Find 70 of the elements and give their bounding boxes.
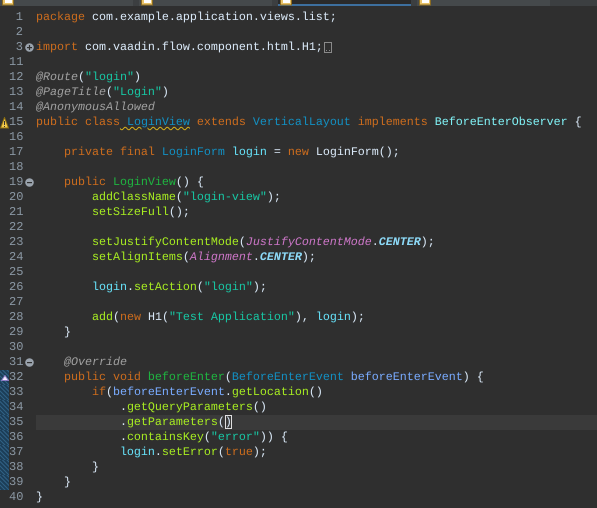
line-number: 1: [14, 10, 23, 25]
code-line: @PageTitle("Login"): [36, 85, 170, 100]
minus-icon[interactable]: [25, 178, 34, 187]
code-line: setAlignItems(Alignment.CENTER);: [90, 250, 317, 265]
line-number: 15: [9, 115, 23, 130]
line-number: 27: [9, 295, 23, 310]
line-number: 24: [9, 250, 23, 265]
line-number: 13: [9, 85, 23, 100]
line-number: 30: [9, 340, 23, 355]
code-line: setSizeFull();: [90, 205, 191, 220]
warning-icon: [0, 116, 9, 128]
code-line: public void beforeEnter(BeforeEnterEvent beforeEnterEvent) {: [62, 370, 485, 385]
line-number: 33: [9, 385, 23, 400]
line-number: 20: [9, 190, 23, 205]
code-line: }: [62, 325, 72, 340]
file-icon: [141, 0, 153, 6]
editor-tab[interactable]: [139, 0, 272, 6]
plus-icon[interactable]: [25, 43, 34, 52]
line-number: 40: [9, 490, 23, 505]
line-number: 25: [9, 265, 23, 280]
editor-tab[interactable]: [278, 0, 411, 6]
code-line: }: [36, 490, 44, 505]
code-line: .containsKey("error")) {: [118, 430, 289, 445]
line-number: 3: [14, 40, 23, 55]
code-line: }: [90, 460, 100, 475]
line-number: 36: [9, 430, 23, 445]
code-line: @Override: [62, 355, 128, 370]
file-icon: [419, 0, 431, 6]
line-number: 23: [9, 235, 23, 250]
line-number: 35: [9, 415, 23, 430]
code-line: private final LoginForm login = new LoginForm();: [62, 145, 401, 160]
code-line: @AnonymousAllowed: [36, 100, 156, 115]
line-number: 18: [9, 160, 23, 175]
line-number: 19: [9, 175, 23, 190]
line-number: 32: [9, 370, 23, 385]
code-line: setJustifyContentMode(JustifyContentMode.CENTER);: [90, 235, 436, 250]
line-number: 29: [9, 325, 23, 340]
code-line: @Route("login"): [36, 70, 142, 85]
line-number: 22: [9, 220, 23, 235]
line-number: 11: [9, 55, 23, 70]
code-line: package com.example.application.views.list;: [36, 10, 338, 25]
line-number: 17: [9, 145, 23, 160]
code-line: add(new H1("Test Application"), login);: [90, 310, 366, 325]
code-line: addClassName("login-view");: [90, 190, 282, 205]
line-number: 16: [9, 130, 23, 145]
line-number: 31: [9, 355, 23, 370]
line-number: 28: [9, 310, 23, 325]
line-number: 12: [9, 70, 23, 85]
line-number: 39: [9, 475, 23, 490]
code-line: public LoginView() {: [62, 175, 205, 190]
triangle-icon: [0, 374, 8, 380]
code-line: .getQueryParameters(): [118, 400, 268, 415]
line-number: 37: [9, 445, 23, 460]
line-number: 14: [9, 100, 23, 115]
file-icon: [2, 0, 14, 6]
code-line: login.setAction("login");: [90, 280, 268, 295]
code-line: login.setError(true);: [118, 445, 268, 460]
line-number: 2: [14, 25, 23, 40]
code-line: }: [62, 475, 72, 490]
code-line: import com.vaadin.flow.component.html.H1;: [36, 40, 597, 55]
code-line: if(beforeEnterEvent.getLocation(): [90, 385, 324, 400]
minus-icon[interactable]: [25, 358, 34, 367]
file-icon: [280, 0, 292, 6]
line-number: 21: [9, 205, 23, 220]
line-number: 26: [9, 280, 23, 295]
line-number: 34: [9, 400, 23, 415]
editor-tab[interactable]: [0, 0, 133, 6]
code-line: public class LoginView extends VerticalLayout implements BeforeEnterObserver {: [36, 115, 583, 130]
line-number: 38: [9, 460, 23, 475]
editor-tab[interactable]: [417, 0, 550, 6]
